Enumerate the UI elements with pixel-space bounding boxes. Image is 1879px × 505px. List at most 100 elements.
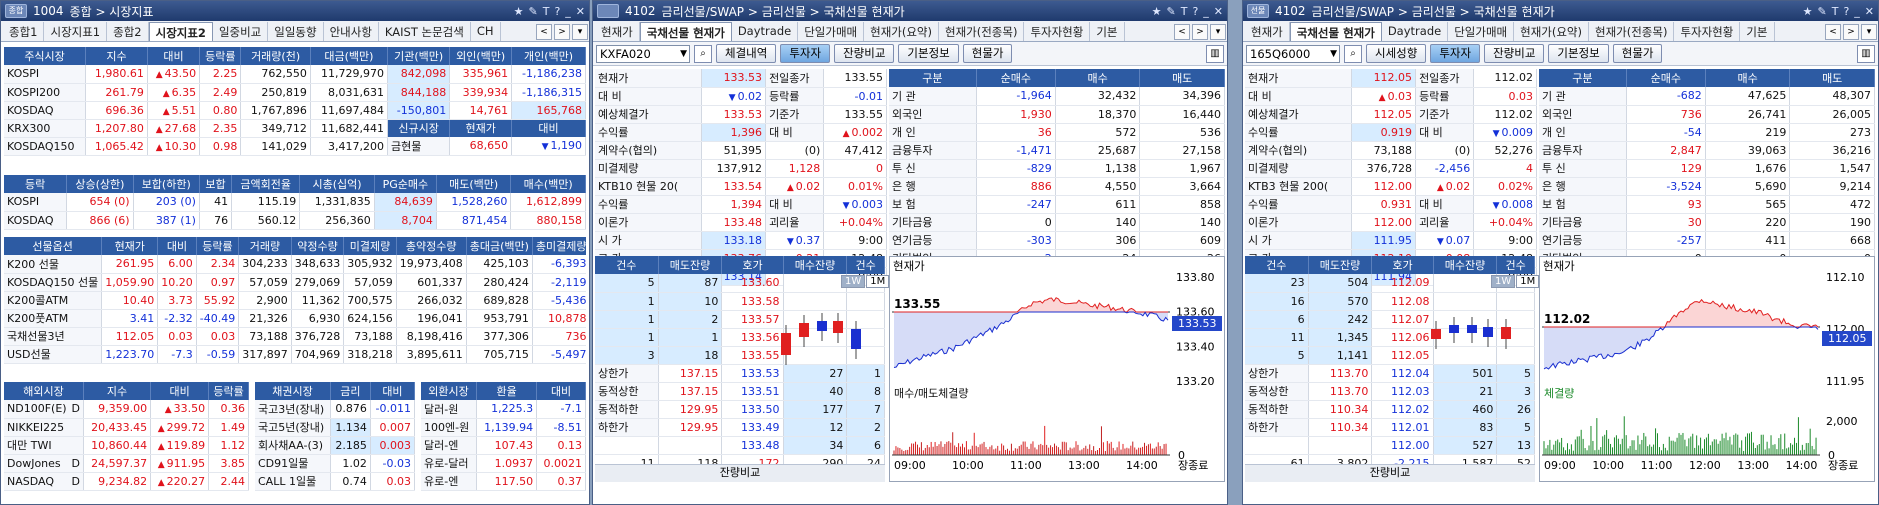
period-chip[interactable]: 1W: [1491, 275, 1516, 288]
tab-item[interactable]: CH: [471, 22, 501, 41]
table-row[interactable]: 대 비0.03등락률0.03: [1245, 87, 1537, 106]
table-row[interactable]: 예상체결가 133.53 기준가 133.55: [595, 105, 887, 124]
table-row[interactable]: 기 관 -682 47,625 48,307: [1539, 87, 1875, 106]
table-row[interactable]: ND100F(E) D9,359.0033.500.36: [4, 400, 249, 419]
table-row[interactable]: 기타금융 0 140 140: [889, 213, 1225, 232]
table-row[interactable]: 회사채AA-(3) 2.185 0.003: [255, 436, 415, 455]
table-row[interactable]: 유로-엔 117.50 0.37: [421, 472, 586, 491]
tab-item[interactable]: 현재가(요약): [1514, 22, 1589, 41]
table-row[interactable]: 연기금등 -303 306 609: [889, 231, 1225, 250]
table-row[interactable]: 이론가 133.48 괴리율 +0.04%: [595, 213, 887, 232]
tab-item[interactable]: KAIST 논문검색: [379, 22, 471, 41]
table-row[interactable]: CD91일물 1.02 -0.03: [255, 454, 415, 473]
table-row[interactable]: 이론가 112.00 괴리율 +0.04%: [1245, 213, 1537, 232]
table-row[interactable]: 시 가133.180.379:00: [595, 231, 887, 250]
table-row[interactable]: 투 신 129 1,676 1,547: [1539, 159, 1875, 178]
tab-scroll-button[interactable]: <: [1825, 24, 1841, 40]
depth-compare-button[interactable]: 잔량비교: [1245, 464, 1535, 482]
help-icon[interactable]: ?: [554, 5, 560, 18]
table-row[interactable]: 계약수(협의) 51,395 (0) 47,412: [595, 141, 887, 160]
minimize-icon[interactable]: _: [565, 5, 571, 18]
toolbar-button[interactable]: 기본정보: [1548, 44, 1609, 63]
pin-icon[interactable]: ✎: [1817, 5, 1826, 18]
table-row[interactable]: 기 관 -1,964 32,432 34,396: [889, 87, 1225, 106]
tab-scroll-button[interactable]: >: [1843, 24, 1859, 40]
tab-item[interactable]: 국채선물 현재가: [639, 22, 732, 41]
table-row[interactable]: 외국인 1,930 18,370 16,440: [889, 105, 1225, 124]
contract-code-select[interactable]: 165Q6000: [1246, 44, 1340, 63]
table-row[interactable]: KOSDAQ150 선물 1,059.90 10.20 0.97 57,059 279,0…: [4, 273, 586, 292]
toolbar-button[interactable]: 투자자: [780, 44, 831, 63]
toolbar-button[interactable]: 체결내역: [716, 44, 777, 63]
title-bar[interactable]: 선물 4102 금리선물/SWAP > 금리선물 > 국채선물 현재가 ★ ✎ T? _ ✕: [1243, 1, 1878, 21]
bid-row[interactable]: 동적하한 129.95 133.50 177 7: [595, 400, 885, 419]
table-row[interactable]: NASDAQ D9,234.82220.272.44: [4, 472, 249, 491]
table-row[interactable]: 예상체결가 112.05 기준가 112.02: [1245, 105, 1537, 124]
table-row[interactable]: KOSDAQ 866 (6) 387 (1) 76 560.12 256,360 8,704…: [4, 211, 586, 230]
tab-item[interactable]: 현재가: [1245, 22, 1290, 41]
tab-scroll-button[interactable]: <: [536, 24, 552, 40]
tab-item[interactable]: 현재가: [595, 22, 640, 41]
title-bar[interactable]: 종합 1004 종합 > 시장지표 ★ ✎ T? _ ✕: [1, 1, 589, 21]
tab-item[interactable]: 기본: [1740, 22, 1775, 41]
tab-item[interactable]: Daytrade: [1382, 22, 1449, 41]
tab-scroll-button[interactable]: ▾: [572, 24, 588, 40]
table-row[interactable]: 현재가 133.53 전일종가 133.55: [595, 69, 887, 88]
period-chip[interactable]: 1M: [866, 275, 890, 288]
tab-item[interactable]: 국채선물 현재가: [1289, 22, 1382, 41]
tab-scroll-button[interactable]: <: [1174, 24, 1190, 40]
star-icon[interactable]: ★: [1152, 5, 1162, 18]
bid-row[interactable]: 동적상한 113.70 112.03 21 3: [1245, 382, 1535, 401]
search-icon[interactable]: ⌕: [1344, 44, 1362, 63]
toolbar-button[interactable]: 잔량비교: [834, 44, 895, 63]
close-icon[interactable]: ✕: [1865, 5, 1874, 18]
table-row[interactable]: K200 선물 261.95 6.00 2.34 304,233 348,633 305,9…: [4, 255, 586, 274]
table-row[interactable]: 투 신 -829 1,138 1,967: [889, 159, 1225, 178]
table-row[interactable]: KOSPI200261.796.352.49250,8198,031,63184…: [4, 83, 586, 102]
bid-price[interactable]: 112.02: [1371, 400, 1434, 419]
table-row[interactable]: 보 험 93 565 472: [1539, 195, 1875, 214]
table-row[interactable]: 금융투자 2,847 39,063 36,216: [1539, 141, 1875, 160]
chart-icon[interactable]: ▥: [1206, 44, 1224, 63]
title-bar[interactable]: 4102 금리선물/SWAP > 금리선물 > 국채선물 현재가 ★ ✎ T? _ ✕: [593, 1, 1227, 21]
bid-price[interactable]: 112.01: [1371, 418, 1434, 437]
tab-item[interactable]: 현재가(요약): [864, 22, 939, 41]
table-row[interactable]: KTB3 현물 200(112.000.020.02%: [1245, 177, 1537, 196]
tab-item[interactable]: 일중비교: [213, 22, 269, 41]
table-row[interactable]: CALL 1일물 0.74 0.03: [255, 472, 415, 491]
tab-item[interactable]: 단일가매매: [1448, 22, 1515, 41]
toolbar-button[interactable]: 잔량비교: [1484, 44, 1545, 63]
tab-scroll-button[interactable]: >: [554, 24, 570, 40]
price-chart[interactable]: 현재가 112.10 112.00 111.95 112.05 112.02 체결량 0 2,0…: [1539, 256, 1875, 482]
depth-compare-button[interactable]: 잔량비교: [595, 464, 885, 482]
bid-price[interactable]: 133.50: [721, 400, 784, 419]
table-row[interactable]: KOSPI 654 (0) 203 (0) 41 115.19 1,331,835 84,6…: [4, 193, 586, 212]
close-icon[interactable]: ✕: [576, 5, 585, 18]
bid-price[interactable]: 133.48: [721, 436, 784, 455]
tab-item[interactable]: 시장지표2: [148, 22, 213, 41]
ask-price[interactable]: 133.60: [721, 274, 784, 293]
font-icon[interactable]: T: [543, 5, 550, 18]
toolbar-button[interactable]: 기본정보: [898, 44, 959, 63]
table-row[interactable]: 유로-달러 1.0937 0.0021: [421, 454, 586, 473]
tab-item[interactable]: 현재가(전종목): [1589, 22, 1675, 41]
tab-item[interactable]: Daytrade: [732, 22, 799, 41]
table-row[interactable]: K200콜ATM 10.40 3.73 55.92 2,900 11,362 700,575…: [4, 291, 586, 310]
table-row[interactable]: KOSDAQ696.365.510.801,767,89611,697,484-…: [4, 101, 586, 120]
price-chart[interactable]: 현재가 133.80 133.60 133.40 133.20 133.53 133.55 매…: [889, 256, 1225, 482]
ask-price[interactable]: 112.09: [1371, 274, 1434, 293]
table-row[interactable]: KTB10 현물 20(133.540.020.01%: [595, 177, 887, 196]
pin-icon[interactable]: ✎: [528, 5, 537, 18]
table-row[interactable]: 개 인 36 572 536: [889, 123, 1225, 142]
table-row[interactable]: 외국인 736 26,741 26,005: [1539, 105, 1875, 124]
tab-scroll-button[interactable]: ▾: [1210, 24, 1226, 40]
bid-row[interactable]: 하한가 129.95 133.49 12 2: [595, 418, 885, 437]
table-row[interactable]: NIKKEI225 20,433.45299.721.49: [4, 418, 249, 437]
bid-row[interactable]: 133.48 34 6: [595, 436, 885, 455]
table-row[interactable]: 달러-엔 107.43 0.13: [421, 436, 586, 455]
period-chip[interactable]: 1M: [1516, 275, 1540, 288]
table-row[interactable]: 대 비0.02등락률-0.01: [595, 87, 887, 106]
tab-item[interactable]: 종합1: [3, 22, 45, 41]
tab-item[interactable]: 안내사항: [324, 22, 379, 41]
toolbar-button[interactable]: 현물가: [1612, 44, 1663, 63]
